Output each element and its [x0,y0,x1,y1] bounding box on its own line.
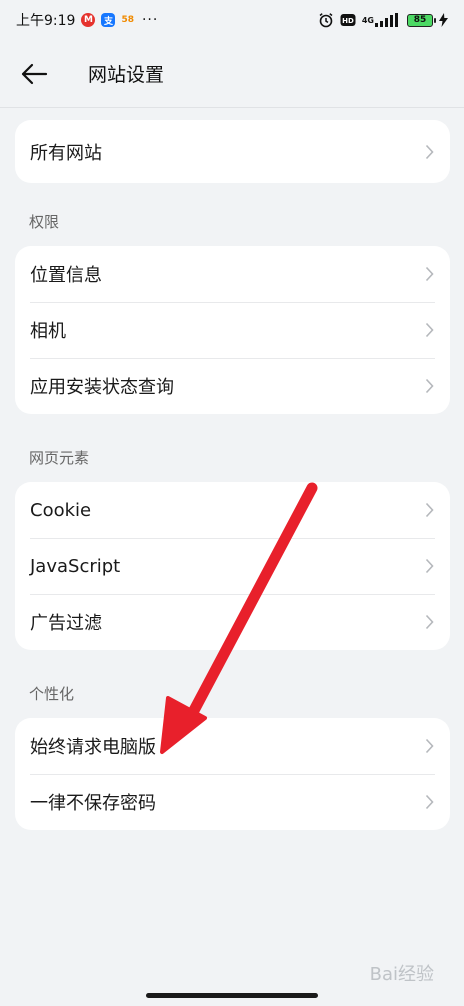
location-item[interactable]: 位置信息 [15,246,450,302]
chevron-right-icon [423,501,435,519]
app-install-status-item[interactable]: 应用安装状态查询 [15,358,450,414]
chevron-right-icon [423,321,435,339]
camera-label: 相机 [30,321,66,342]
charging-icon [439,13,448,27]
app-install-status-label: 应用安装状态查询 [30,377,174,398]
chevron-right-icon [423,737,435,755]
chevron-right-icon [423,613,435,631]
signal-icon: 4G [362,13,401,27]
chevron-right-icon [423,265,435,283]
cookie-item[interactable]: Cookie [15,482,450,538]
request-desktop-site-label: 始终请求电脑版 [30,737,156,758]
cookie-label: Cookie [30,499,92,521]
status-bar: 上午9:19 M 支 58 ··· HD 4G 85 [0,0,464,40]
app-notification-icon: M [81,13,96,27]
more-notifications-icon: ··· [141,12,159,28]
permissions-card: 位置信息 相机 应用安装状态查询 [15,246,450,414]
all-sites-label: 所有网站 [30,142,102,164]
javascript-label: JavaScript [30,555,121,577]
app-58-icon: 58 [121,15,134,25]
ad-filter-item[interactable]: 广告过滤 [15,594,450,650]
battery-level: 85 [413,15,427,25]
status-time: 上午9:19 [16,13,76,29]
never-save-passwords-item[interactable]: 一律不保存密码 [15,774,450,830]
request-desktop-site-item[interactable]: 始终请求电脑版 [15,718,450,774]
section-title-permissions: 权限 [29,213,60,231]
network-type: 4G [361,15,374,25]
battery-icon: 85 [407,13,436,27]
location-label: 位置信息 [30,265,102,286]
section-title-personalization: 个性化 [29,685,75,703]
back-button[interactable] [2,40,66,108]
section-title-web-elements: 网页元素 [29,449,90,467]
javascript-item[interactable]: JavaScript [15,538,450,594]
svg-text:HD: HD [342,17,354,25]
chevron-right-icon [423,557,435,575]
chevron-right-icon [423,143,435,161]
chevron-right-icon [423,377,435,395]
app-header: 网站设置 [0,40,464,108]
camera-item[interactable]: 相机 [15,302,450,358]
personalization-card: 始终请求电脑版 一律不保存密码 [15,718,450,830]
alipay-icon: 支 [101,13,116,27]
chevron-right-icon [423,793,435,811]
web-elements-card: Cookie JavaScript 广告过滤 [15,482,450,650]
ad-filter-label: 广告过滤 [30,613,102,634]
all-sites-card: 所有网站 [15,120,450,183]
all-sites-item[interactable]: 所有网站 [15,120,450,183]
home-indicator[interactable] [146,993,318,998]
alarm-icon [318,12,334,28]
baidu-watermark: Bai经验 [369,964,434,985]
page-title: 网站设置 [88,64,165,86]
hd-icon: HD [340,13,356,27]
back-arrow-icon [21,63,48,84]
never-save-passwords-label: 一律不保存密码 [30,793,156,814]
